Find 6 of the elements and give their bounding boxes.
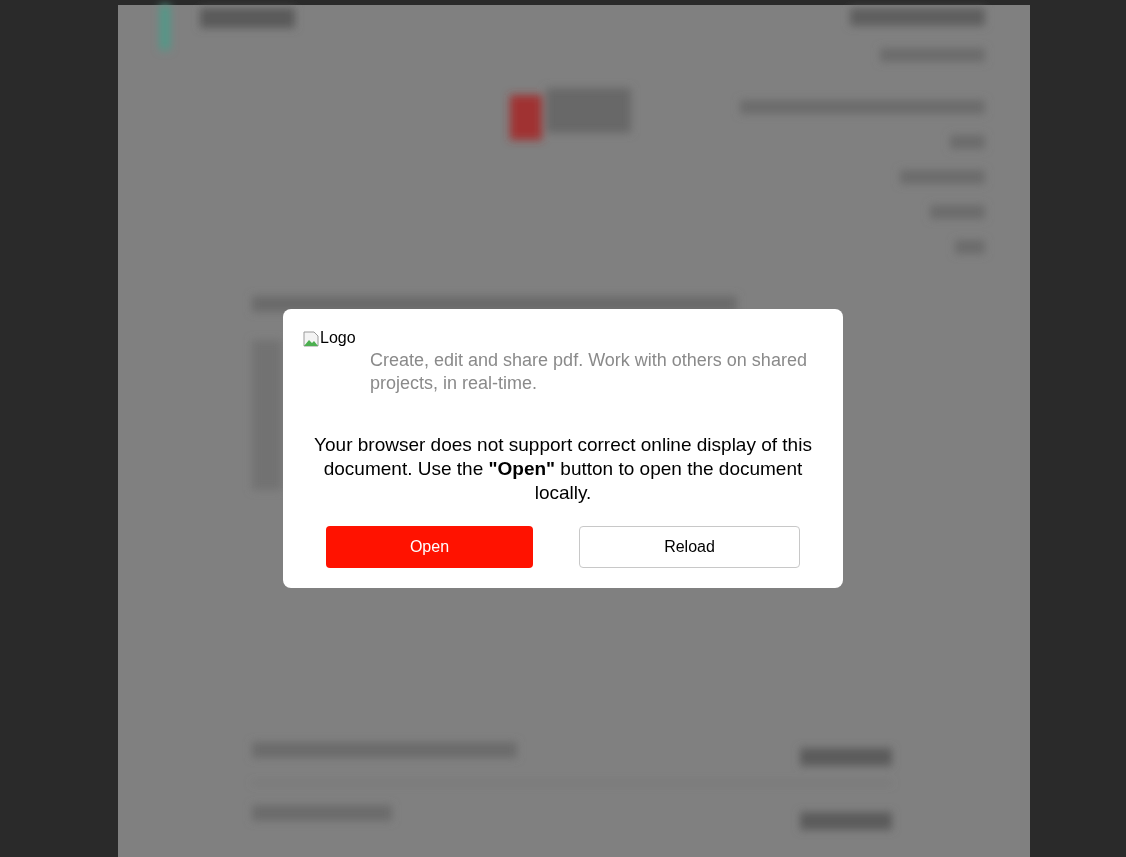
- open-button[interactable]: Open: [326, 526, 533, 568]
- message: Your browser does not support correct online display of this document. Use the "Open" button to open the document locally.: [313, 433, 813, 505]
- broken-image-icon: [303, 331, 319, 347]
- reload-button[interactable]: Reload: [579, 526, 800, 568]
- broken-image-logo: Logo: [303, 329, 356, 347]
- tagline: Create, edit and share pdf. Work with others on shared projects, in real-time.: [370, 349, 808, 395]
